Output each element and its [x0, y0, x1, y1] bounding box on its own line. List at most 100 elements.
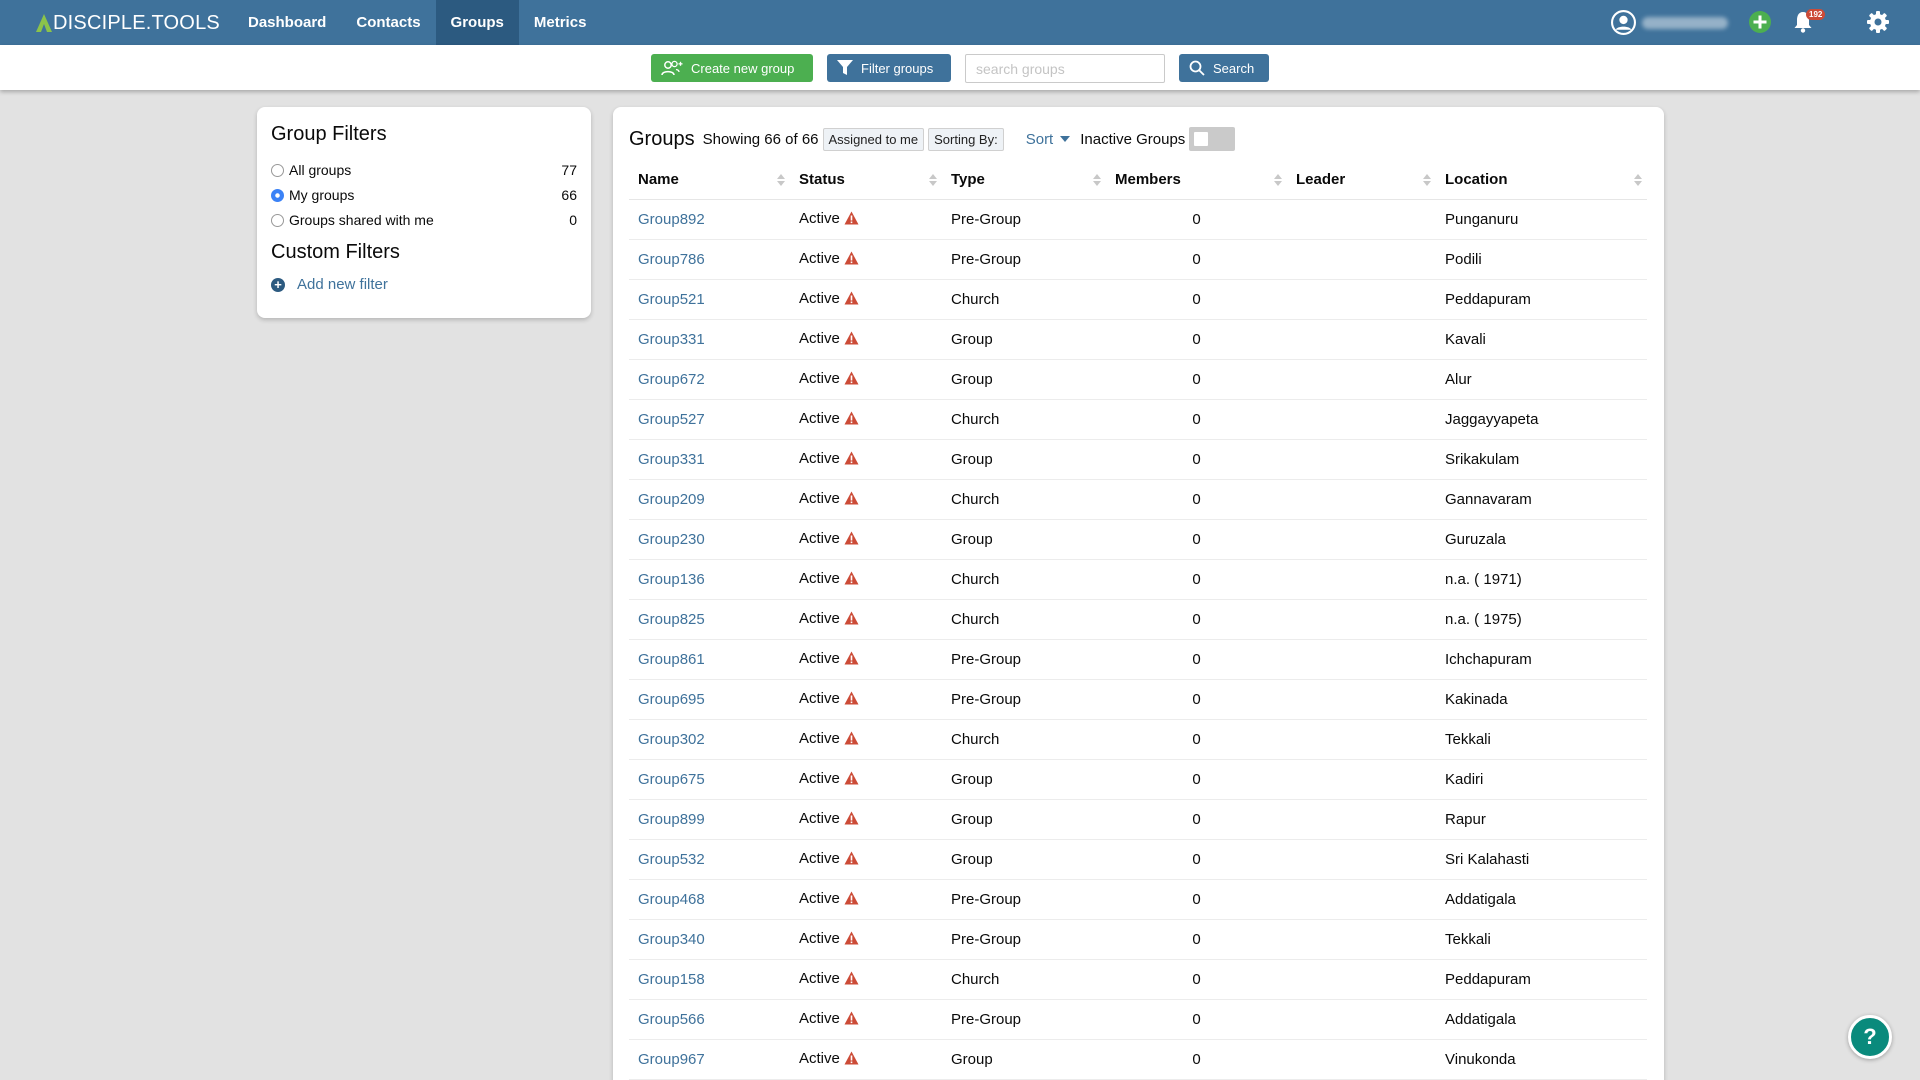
column-header-location[interactable]: Location — [1436, 161, 1647, 200]
group-link[interactable]: Group340 — [638, 931, 705, 948]
group-link[interactable]: Group158 — [638, 971, 705, 988]
table-row[interactable]: Group967 Active Group 0 Vinukonda — [629, 1039, 1647, 1080]
add-new-filter-link[interactable]: + Add new filter — [271, 276, 388, 293]
create-new-group-button[interactable]: Create new group — [651, 54, 813, 82]
group-link[interactable]: Group566 — [638, 1011, 705, 1028]
group-link[interactable]: Group136 — [638, 571, 705, 588]
status-text: Active — [799, 1049, 840, 1067]
cell-status: Active — [790, 399, 942, 440]
table-row[interactable]: Group825 Active Church 0 n.a. ( 1975) — [629, 599, 1647, 640]
filter-all-groups[interactable]: All groups 77 — [271, 161, 577, 179]
group-link[interactable]: Group967 — [638, 1051, 705, 1068]
cell-type: Pre-Group — [942, 199, 1106, 240]
table-row[interactable]: Group331 Active Group 0 Srikakulam — [629, 439, 1647, 480]
group-link[interactable]: Group209 — [638, 491, 705, 508]
status-text: Active — [799, 689, 840, 707]
table-row[interactable]: Group675 Active Group 0 Kadiri — [629, 759, 1647, 800]
group-link[interactable]: Group892 — [638, 211, 705, 228]
table-row[interactable]: Group532 Active Group 0 Sri Kalahasti — [629, 839, 1647, 880]
table-row[interactable]: Group230 Active Group 0 Guruzala — [629, 519, 1647, 560]
disciple-tools-logo[interactable]: DISCIPLE.TOOLS — [36, 10, 220, 36]
group-link[interactable]: Group825 — [638, 611, 705, 628]
table-row[interactable]: Group672 Active Group 0 Alur — [629, 359, 1647, 400]
search-groups-input[interactable] — [965, 54, 1165, 83]
table-row[interactable]: Group899 Active Group 0 Rapur — [629, 799, 1647, 840]
sort-dropdown[interactable]: Sort — [1026, 131, 1071, 148]
table-row[interactable]: Group331 Active Group 0 Kavali — [629, 319, 1647, 360]
table-row[interactable]: Group521 Active Church 0 Peddapuram — [629, 279, 1647, 320]
table-row[interactable]: Group527 Active Church 0 Jaggayyapeta — [629, 399, 1647, 440]
group-link[interactable]: Group331 — [638, 331, 705, 348]
status-text: Active — [799, 1009, 840, 1027]
radio-groups-shared[interactable] — [271, 213, 284, 227]
filter-groups-shared-with-me[interactable]: Groups shared with me 0 — [271, 211, 577, 229]
group-link[interactable]: Group532 — [638, 851, 705, 868]
table-row[interactable]: Group158 Active Church 0 Peddapuram — [629, 959, 1647, 1000]
table-row[interactable]: Group340 Active Pre-Group 0 Tekkali — [629, 919, 1647, 960]
nav-dashboard[interactable]: Dashboard — [233, 0, 341, 45]
filter-groups-label: Filter groups — [861, 60, 934, 76]
column-header-members[interactable]: Members — [1106, 161, 1287, 200]
filter-label: My groups — [289, 187, 355, 203]
group-link[interactable]: Group695 — [638, 691, 705, 708]
group-link[interactable]: Group861 — [638, 651, 705, 668]
group-link[interactable]: Group521 — [638, 291, 705, 308]
sort-arrows-icon — [1423, 174, 1431, 188]
cell-members: 0 — [1106, 239, 1287, 280]
table-row[interactable]: Group136 Active Church 0 n.a. ( 1971) — [629, 559, 1647, 600]
group-link[interactable]: Group786 — [638, 251, 705, 268]
cell-leader — [1287, 999, 1436, 1040]
filter-my-groups[interactable]: My groups 66 — [271, 186, 577, 204]
status-text: Active — [799, 409, 840, 427]
group-link[interactable]: Group468 — [638, 891, 705, 908]
nav-metrics[interactable]: Metrics — [519, 0, 602, 45]
search-button[interactable]: Search — [1179, 54, 1269, 82]
group-link[interactable]: Group675 — [638, 771, 705, 788]
column-header-leader[interactable]: Leader — [1287, 161, 1436, 200]
nav-groups[interactable]: Groups — [435, 0, 519, 45]
group-link[interactable]: Group230 — [638, 531, 705, 548]
table-row[interactable]: Group566 Active Pre-Group 0 Addatigala — [629, 999, 1647, 1040]
status-text: Active — [799, 489, 840, 507]
group-link[interactable]: Group899 — [638, 811, 705, 828]
column-header-status[interactable]: Status — [790, 161, 942, 200]
add-new-button[interactable] — [1748, 10, 1772, 39]
radio-my-groups[interactable] — [271, 188, 284, 202]
cell-name: Group527 — [629, 399, 790, 440]
column-header-name[interactable]: Name — [629, 161, 790, 200]
cell-status: Active — [790, 839, 942, 880]
gear-icon — [1867, 11, 1889, 33]
group-link[interactable]: Group302 — [638, 731, 705, 748]
column-header-type[interactable]: Type — [942, 161, 1106, 200]
user-menu[interactable] — [1611, 10, 1728, 35]
notifications-button[interactable]: 192 — [1793, 9, 1826, 39]
help-button[interactable]: ? — [1848, 1015, 1892, 1059]
settings-button[interactable] — [1866, 10, 1890, 39]
column-label: Name — [638, 171, 679, 189]
top-navigation-bar: DISCIPLE.TOOLS Dashboard Contacts Groups… — [0, 0, 1920, 45]
table-row[interactable]: Group209 Active Church 0 Gannavaram — [629, 479, 1647, 520]
cell-status: Active — [790, 679, 942, 720]
group-link[interactable]: Group527 — [638, 411, 705, 428]
cell-type: Group — [942, 519, 1106, 560]
cell-status: Active — [790, 999, 942, 1040]
inactive-groups-toggle[interactable] — [1189, 127, 1236, 151]
cell-type: Church — [942, 599, 1106, 640]
cell-status: Active — [790, 559, 942, 600]
showing-count: Showing 66 of 66 — [702, 130, 819, 148]
assigned-to-me-chip[interactable]: Assigned to me — [822, 127, 925, 151]
radio-all-groups[interactable] — [271, 163, 284, 177]
group-link[interactable]: Group331 — [638, 451, 705, 468]
cell-members: 0 — [1106, 999, 1287, 1040]
table-row[interactable]: Group302 Active Church 0 Tekkali — [629, 719, 1647, 760]
table-row[interactable]: Group695 Active Pre-Group 0 Kakinada — [629, 679, 1647, 720]
table-row[interactable]: Group861 Active Pre-Group 0 Ichchapuram — [629, 639, 1647, 680]
filter-groups-button[interactable]: Filter groups — [827, 54, 951, 82]
sorting-by-chip: Sorting By: — [928, 127, 1004, 151]
table-row[interactable]: Group468 Active Pre-Group 0 Addatigala — [629, 879, 1647, 920]
table-row[interactable]: Group892 Active Pre-Group 0 Punganuru — [629, 199, 1647, 240]
table-row[interactable]: Group786 Active Pre-Group 0 Podili — [629, 239, 1647, 280]
group-link[interactable]: Group672 — [638, 371, 705, 388]
status-text: Active — [799, 729, 840, 747]
nav-contacts[interactable]: Contacts — [341, 0, 435, 45]
